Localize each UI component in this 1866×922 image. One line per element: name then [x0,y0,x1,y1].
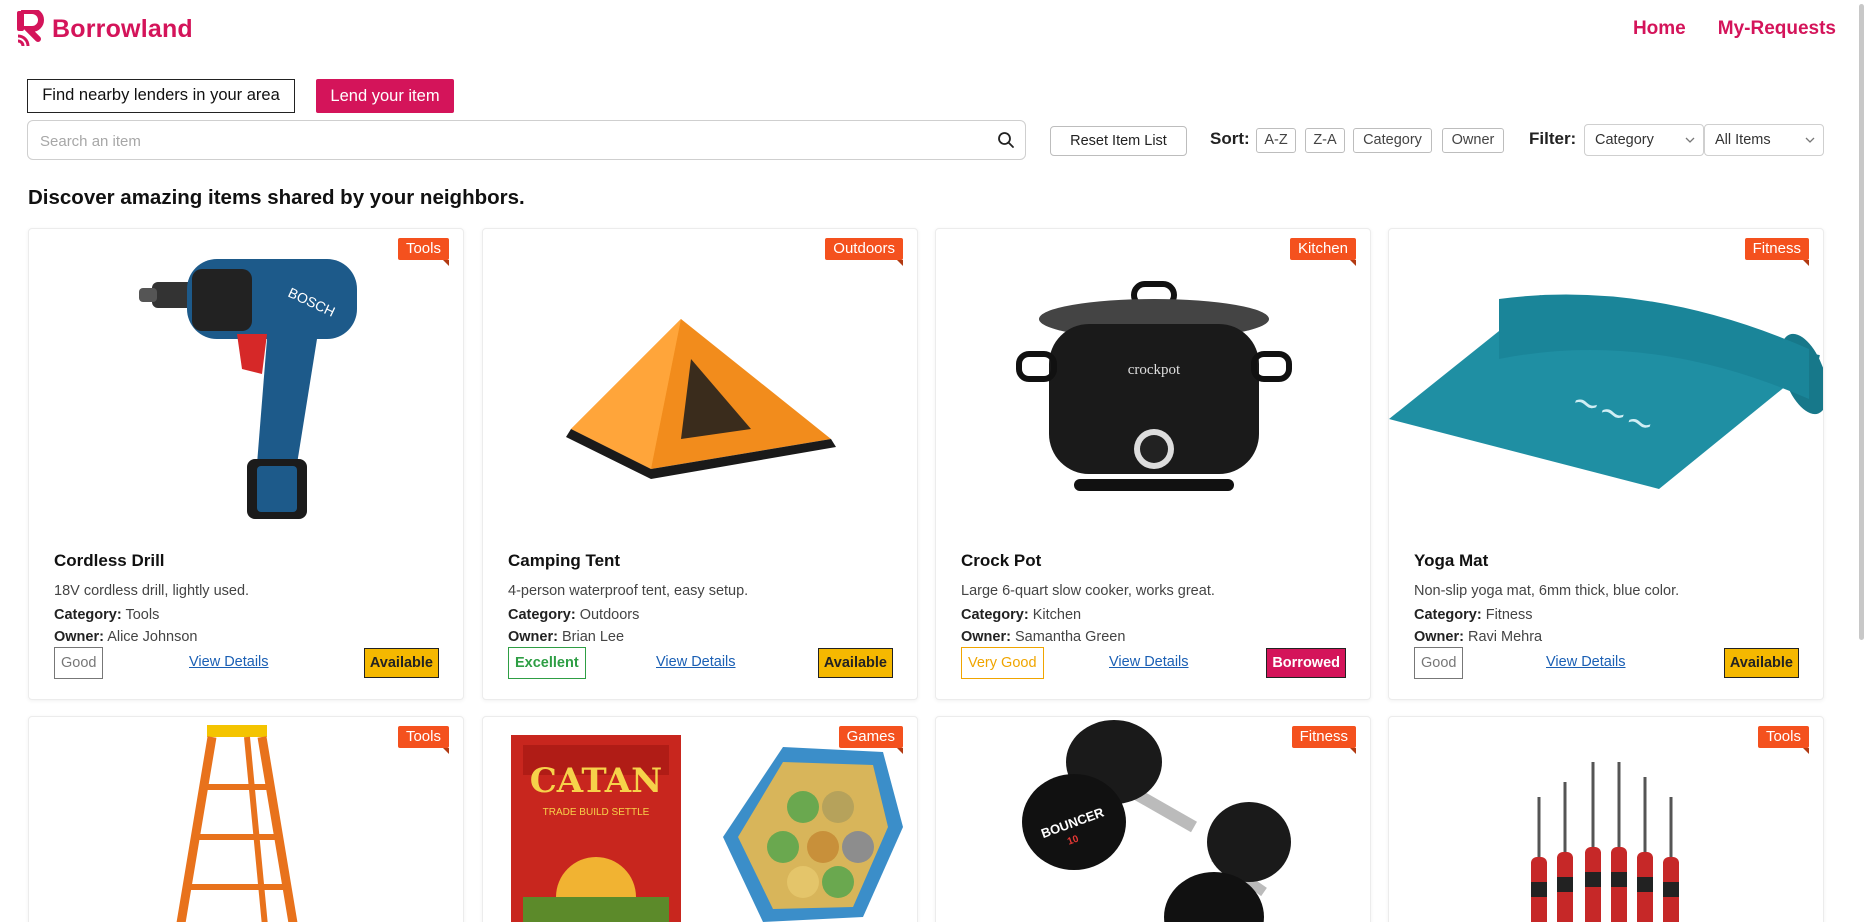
item-description: Large 6-quart slow cooker, works great. [961,583,1215,599]
condition-badge: Excellent [508,647,586,679]
brand[interactable]: Borrowland [16,10,193,48]
item-card[interactable]: crockpot Kitchen Crock Pot Large 6-quart… [935,228,1371,700]
item-card[interactable]: Tools [1388,716,1824,922]
item-card[interactable]: CATAN TRADE BUILD SETTLE Games [482,716,918,922]
item-description: Non-slip yoga mat, 6mm thick, blue color… [1414,583,1680,599]
chevron-down-icon [1685,137,1695,143]
category-tag: Tools [397,238,450,266]
chevron-down-icon [1805,137,1815,143]
catan-subtitle-text: TRADE BUILD SETTLE [543,807,650,818]
reset-item-list-button[interactable]: Reset Item List [1050,126,1187,156]
search-icon[interactable] [997,131,1015,149]
item-owner: Owner: Alice Johnson [54,629,198,645]
nav-home-link[interactable]: Home [1633,18,1686,40]
search-input[interactable] [40,130,980,152]
view-details-link[interactable]: View Details [656,654,736,670]
item-owner: Owner: Ravi Mehra [1414,629,1543,645]
item-card[interactable]: BOUNCER 10 Fitness [935,716,1371,922]
nav-my-requests-link[interactable]: My-Requests [1718,18,1836,40]
filter-label: Filter: [1529,129,1577,148]
item-title: Yoga Mat [1414,551,1489,570]
category-tag: Kitchen [1289,238,1357,266]
search-bar [27,120,1026,160]
yoga-mat-image: ~~~ [1389,229,1823,529]
item-card[interactable]: Outdoors Camping Tent 4-person waterproo… [482,228,918,700]
lend-item-button[interactable]: Lend your item [316,79,454,113]
condition-badge: Very Good [961,647,1044,679]
category-tag: Fitness [1291,726,1357,754]
page-scrollbar[interactable] [1859,4,1864,640]
filter-items-value: All Items [1715,132,1771,148]
item-description: 18V cordless drill, lightly used. [54,583,250,599]
item-title: Cordless Drill [54,551,165,570]
status-badge: Available [363,648,439,678]
sort-label: Sort: [1210,129,1250,148]
filter-category-value: Category [1595,132,1654,148]
category-tag: Tools [1757,726,1810,754]
item-owner: Owner: Brian Lee [508,629,625,645]
status-badge: Available [817,648,893,678]
item-category: Category: Fitness [1414,607,1533,623]
tent-image [483,229,917,529]
filter-items-select[interactable]: All Items [1704,124,1824,156]
top-navbar: Borrowland Home My-Requests [0,0,1866,60]
item-owner: Owner: Samantha Green [961,629,1126,645]
brand-name: Borrowland [52,14,193,43]
sort-az-button[interactable]: A-Z [1256,128,1296,153]
view-details-link[interactable]: View Details [1546,654,1626,670]
drill-image: BOSCH [29,229,463,529]
category-tag: Outdoors [825,238,903,266]
main-nav: Home My-Requests [1633,18,1836,40]
borrowland-logo-icon [17,10,44,47]
category-tag: Games [838,726,904,754]
category-tag: Tools [397,726,450,754]
item-category: Category: Tools [54,607,160,623]
catan-title-text: CATAN [530,761,662,801]
find-lenders-button[interactable]: Find nearby lenders in your area [27,79,295,113]
status-badge: Available [1723,648,1799,678]
filter-category-select[interactable]: Category [1584,124,1704,156]
item-title: Camping Tent [508,551,621,570]
crockpot-brand-text: crockpot [1128,362,1181,378]
item-category: Category: Outdoors [508,607,640,623]
category-tag: Fitness [1744,238,1810,266]
sort-owner-button[interactable]: Owner [1442,128,1504,153]
item-card[interactable]: ~~~ Fitness Yoga Mat Non-slip yoga mat, … [1388,228,1824,700]
sort-za-button[interactable]: Z-A [1305,128,1345,153]
sort-category-button[interactable]: Category [1353,128,1432,153]
item-card[interactable]: Tools [28,716,464,922]
status-badge: Borrowed [1266,648,1346,678]
view-details-link[interactable]: View Details [1109,654,1189,670]
item-title: Crock Pot [961,551,1042,570]
crockpot-image: crockpot [936,229,1370,529]
page-heading: Discover amazing items shared by your ne… [28,186,525,209]
item-card[interactable]: BOSCH Tools Cordless Drill 18V cordless … [28,228,464,700]
item-category: Category: Kitchen [961,607,1082,623]
condition-badge: Good [54,647,104,679]
condition-badge: Good [1414,647,1464,679]
view-details-link[interactable]: View Details [189,654,269,670]
item-description: 4-person waterproof tent, easy setup. [508,583,749,599]
